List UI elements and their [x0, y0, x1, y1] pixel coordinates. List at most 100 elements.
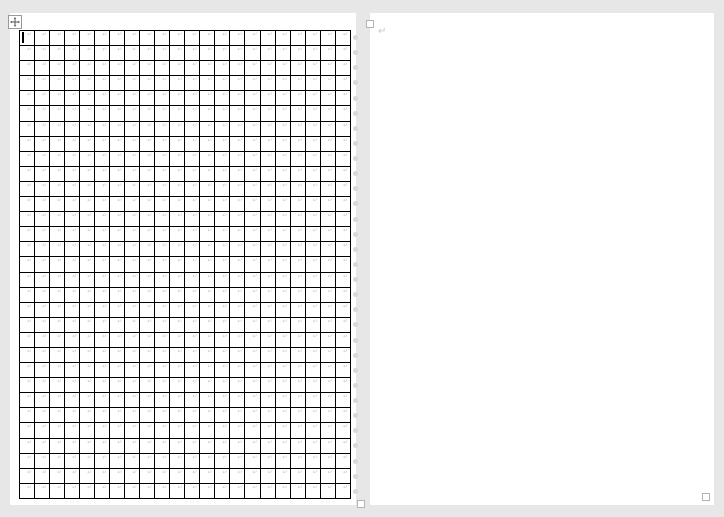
table-cell[interactable] — [335, 378, 350, 393]
table-cell[interactable] — [185, 347, 200, 362]
table-cell[interactable] — [110, 91, 125, 106]
table-cell[interactable] — [125, 483, 140, 498]
table-cell[interactable] — [260, 61, 275, 76]
table-cell[interactable] — [170, 257, 185, 272]
table-cell[interactable] — [230, 423, 245, 438]
table-cell[interactable] — [290, 423, 305, 438]
table-cell[interactable] — [185, 468, 200, 483]
table-cell[interactable] — [125, 272, 140, 287]
table-cell[interactable] — [170, 438, 185, 453]
table-cell[interactable] — [80, 46, 95, 61]
table-cell[interactable] — [260, 483, 275, 498]
table-cell[interactable] — [35, 91, 50, 106]
table-cell[interactable] — [215, 483, 230, 498]
table-cell[interactable] — [35, 453, 50, 468]
table-cell[interactable] — [290, 242, 305, 257]
table-resize-handle-icon[interactable] — [357, 500, 365, 508]
table-cell[interactable] — [140, 121, 155, 136]
table-cell[interactable] — [230, 136, 245, 151]
table-cell[interactable] — [35, 302, 50, 317]
table-cell[interactable] — [200, 347, 215, 362]
table-cell[interactable] — [335, 272, 350, 287]
table-cell[interactable] — [50, 242, 65, 257]
table-cell[interactable] — [155, 408, 170, 423]
table-cell[interactable] — [320, 483, 335, 498]
table-cell[interactable] — [245, 393, 260, 408]
table-cell[interactable] — [260, 91, 275, 106]
table-cell[interactable] — [245, 287, 260, 302]
table-cell[interactable] — [20, 91, 35, 106]
table-cell[interactable] — [155, 242, 170, 257]
table-cell[interactable] — [35, 483, 50, 498]
table-cell[interactable] — [275, 423, 290, 438]
table-cell[interactable] — [320, 317, 335, 332]
table-cell[interactable] — [185, 136, 200, 151]
table-cell[interactable] — [185, 242, 200, 257]
table-cell[interactable] — [110, 287, 125, 302]
table-cell[interactable] — [95, 106, 110, 121]
table-cell[interactable] — [20, 332, 35, 347]
table-cell[interactable] — [185, 197, 200, 212]
table-cell[interactable] — [245, 136, 260, 151]
table-cell[interactable] — [50, 438, 65, 453]
table-cell[interactable] — [110, 181, 125, 196]
table-cell[interactable] — [35, 317, 50, 332]
table-cell[interactable] — [260, 212, 275, 227]
table-cell[interactable] — [35, 121, 50, 136]
table-cell[interactable] — [50, 483, 65, 498]
table-cell[interactable] — [50, 468, 65, 483]
table-cell[interactable] — [20, 212, 35, 227]
table-cell[interactable] — [140, 347, 155, 362]
table-cell[interactable] — [200, 423, 215, 438]
table-cell[interactable] — [155, 302, 170, 317]
table-cell[interactable] — [95, 423, 110, 438]
table-cell[interactable] — [260, 347, 275, 362]
table-cell[interactable] — [200, 61, 215, 76]
table-cell[interactable] — [65, 408, 80, 423]
table-cell[interactable] — [260, 453, 275, 468]
table-cell[interactable] — [335, 257, 350, 272]
table-cell[interactable] — [155, 106, 170, 121]
table-cell[interactable] — [200, 166, 215, 181]
table-cell[interactable] — [140, 378, 155, 393]
table-cell[interactable] — [125, 438, 140, 453]
table-cell[interactable] — [80, 227, 95, 242]
table-cell[interactable] — [185, 393, 200, 408]
table-cell[interactable] — [35, 61, 50, 76]
table-cell[interactable] — [170, 423, 185, 438]
table-cell[interactable] — [80, 242, 95, 257]
table-cell[interactable] — [65, 227, 80, 242]
table-cell[interactable] — [215, 46, 230, 61]
table-cell[interactable] — [95, 31, 110, 46]
table-cell[interactable] — [80, 332, 95, 347]
table-cell[interactable] — [50, 363, 65, 378]
table-cell[interactable] — [275, 31, 290, 46]
table-cell[interactable] — [170, 363, 185, 378]
table-cell[interactable] — [95, 197, 110, 212]
table-cell[interactable] — [200, 317, 215, 332]
table-cell[interactable] — [95, 136, 110, 151]
table-cell[interactable] — [335, 393, 350, 408]
table-cell[interactable] — [80, 106, 95, 121]
table-cell[interactable] — [320, 363, 335, 378]
table-cell[interactable] — [305, 61, 320, 76]
table-cell[interactable] — [140, 302, 155, 317]
table-cell[interactable] — [230, 91, 245, 106]
table-cell[interactable] — [20, 287, 35, 302]
table-cell[interactable] — [215, 317, 230, 332]
table-cell[interactable] — [125, 257, 140, 272]
table-cell[interactable] — [335, 166, 350, 181]
table-cell[interactable] — [215, 151, 230, 166]
table-cell[interactable] — [140, 76, 155, 91]
table-cell[interactable] — [185, 181, 200, 196]
table-cell[interactable] — [20, 46, 35, 61]
table-cell[interactable] — [230, 61, 245, 76]
table-cell[interactable] — [290, 227, 305, 242]
table-cell[interactable] — [20, 61, 35, 76]
table-cell[interactable] — [335, 31, 350, 46]
table-cell[interactable] — [50, 347, 65, 362]
table-cell[interactable] — [50, 121, 65, 136]
table-cell[interactable] — [35, 242, 50, 257]
table-cell[interactable] — [320, 151, 335, 166]
table-cell[interactable] — [335, 181, 350, 196]
